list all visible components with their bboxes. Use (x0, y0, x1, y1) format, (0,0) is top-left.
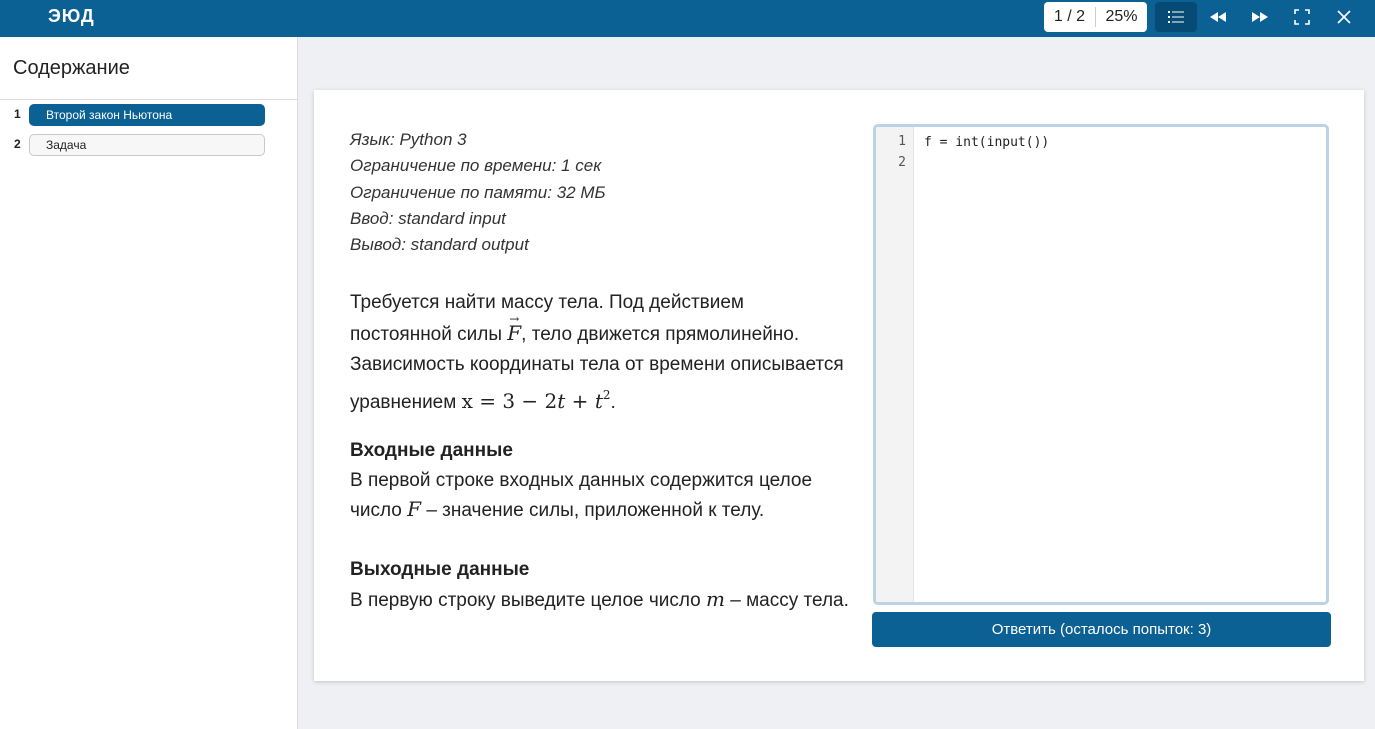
line-gutter: 1 2 (876, 127, 914, 602)
input-section: Входные данные В первой строке входных д… (350, 436, 850, 526)
close-button[interactable] (1330, 2, 1358, 32)
equation-x: x (461, 389, 473, 413)
toc-list-icon (1168, 11, 1184, 23)
page-indicator: 1 / 2 (1044, 7, 1096, 27)
fullscreen-button[interactable] (1288, 2, 1316, 32)
input-description: В первой строке входных данных содержитс… (350, 466, 850, 526)
fast-forward-icon (1252, 12, 1268, 22)
equation-exponent: 2 (602, 388, 611, 402)
statement-end: . (610, 392, 616, 413)
output-target: Вывод: standard output (350, 235, 529, 255)
equation-part: = 3 − 2 (472, 389, 558, 413)
input-source: Ввод: standard input (350, 208, 506, 228)
output-description: В первую строку выведите целое число m –… (350, 585, 850, 616)
sidebar-item-newton-law[interactable]: 1 Второй закон Ньютона (0, 104, 297, 126)
sidebar-item-label[interactable]: Задача (29, 134, 265, 156)
task-card: Язык: Python 3 Ограничение по времени: 1… (314, 90, 1364, 681)
logo[interactable]: ЭЮД (48, 6, 108, 30)
task-statement: Требуется найти массу тела. Под действие… (350, 288, 850, 418)
equation-t-squared: t (594, 389, 603, 413)
output-text: В первую строку выведите целое число (350, 589, 707, 611)
code-line[interactable]: f = int(input()) (924, 135, 1049, 150)
progress-percent: 25% (1105, 8, 1138, 25)
language-info: Язык: Python 3 (350, 130, 467, 149)
force-symbol: F (407, 497, 422, 521)
sidebar: Содержание 1 Второй закон Ньютона 2 Зада… (0, 37, 298, 729)
submit-answer-button[interactable]: Ответить (осталось попыток: 3) (872, 612, 1331, 647)
previous-button[interactable] (1203, 2, 1233, 32)
rewind-icon (1210, 12, 1226, 22)
output-section: Выходные данные В первую строку выведите… (350, 555, 850, 615)
line-number: 1 (898, 134, 906, 149)
time-limit: Ограничение по времени: 1 сек (350, 156, 602, 176)
input-heading: Входные данные (350, 440, 513, 461)
code-editor[interactable]: 1 2 f = int(input()) (873, 124, 1329, 605)
memory-limit: Ограничение по памяти: 32 МБ (350, 182, 606, 202)
output-text: – массу тела. (724, 589, 849, 611)
sidebar-item-label[interactable]: Второй закон Ньютона (29, 104, 265, 126)
force-vector: F (507, 304, 521, 348)
sidebar-item-task[interactable]: 2 Задача (0, 134, 297, 156)
fullscreen-icon (1294, 9, 1310, 25)
sidebar-item-number: 1 (14, 107, 21, 121)
page-counter: 1 / 2 25% (1044, 2, 1147, 32)
mass-symbol: m (706, 586, 725, 611)
toc-toggle-button[interactable] (1155, 2, 1197, 32)
equation-plus: + (565, 389, 595, 413)
line-number: 2 (898, 155, 906, 170)
task-limits: Язык: Python 3 Ограничение по времени: 1… (350, 127, 606, 258)
divider (0, 99, 297, 100)
output-heading: Выходные данные (350, 559, 530, 580)
sidebar-item-number: 2 (14, 137, 21, 151)
close-icon (1337, 10, 1351, 24)
input-text: – значение силы, приложенной к телу. (421, 500, 765, 521)
sidebar-title: Содержание (13, 57, 130, 79)
next-button[interactable] (1245, 2, 1275, 32)
top-bar: ЭЮД 1 / 2 25% (0, 0, 1375, 37)
